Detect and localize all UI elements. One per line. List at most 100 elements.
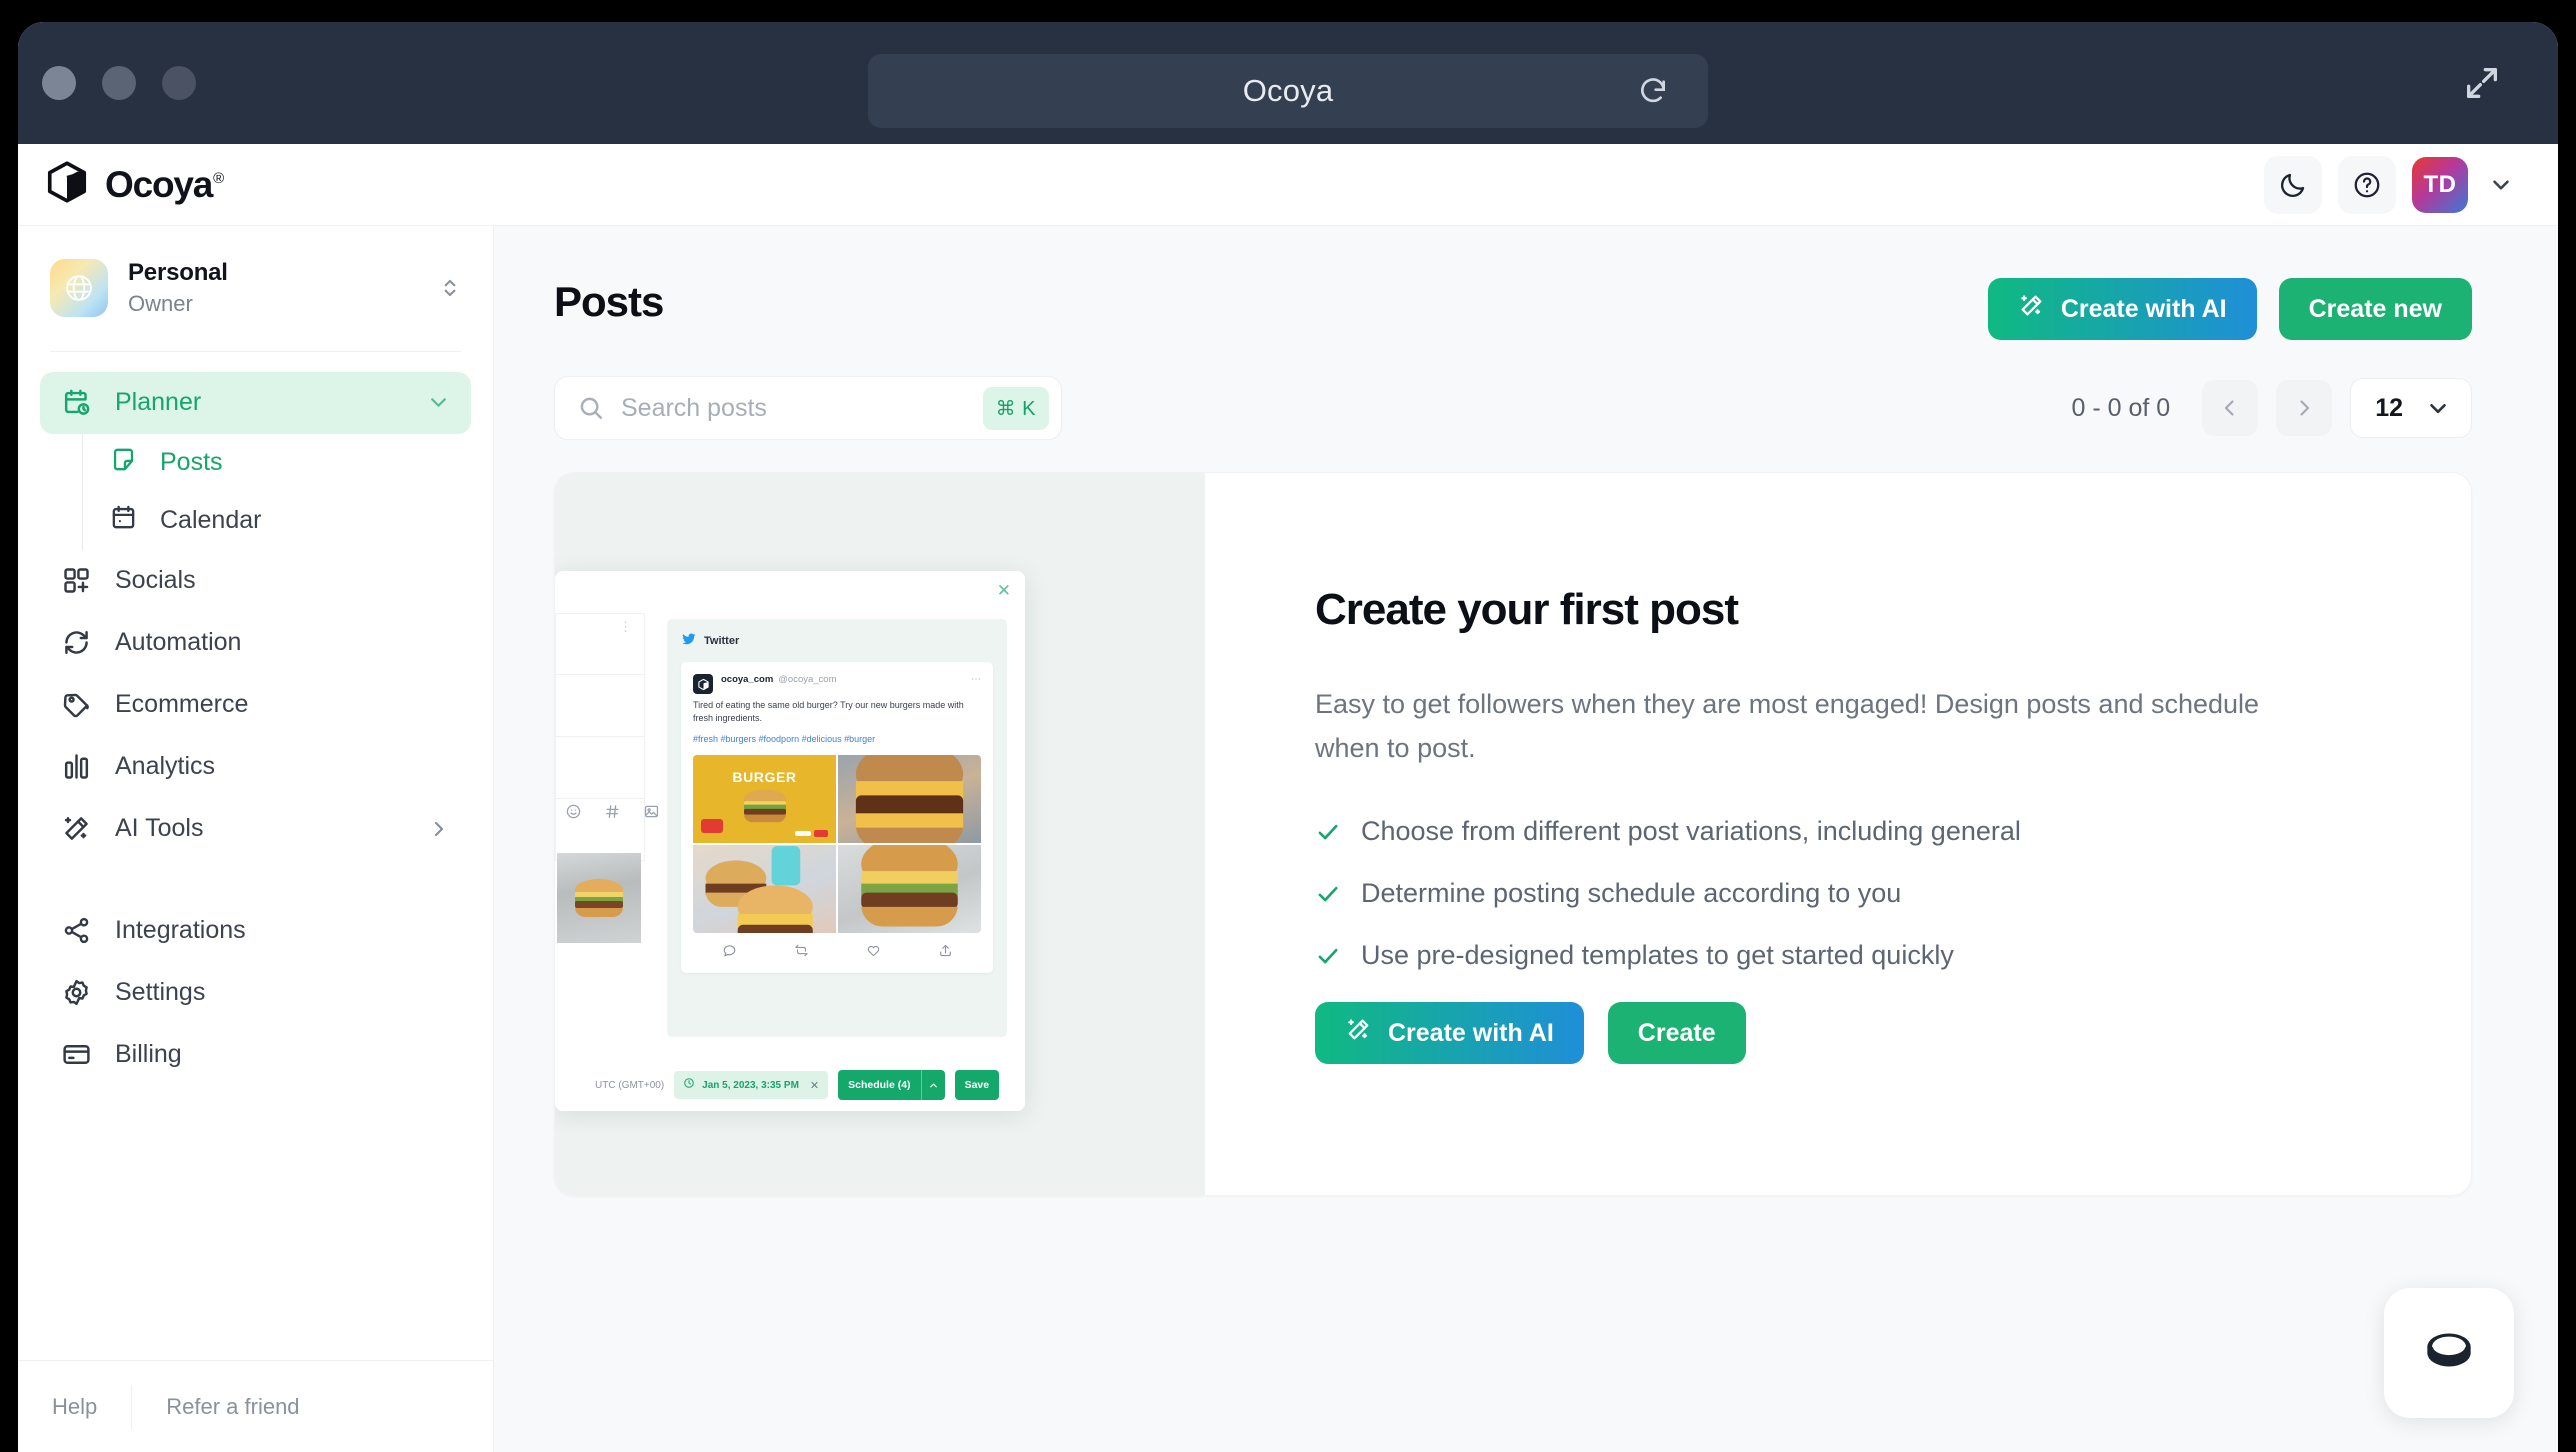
create-new-button[interactable]: Create new bbox=[2278, 278, 2472, 340]
hashtag-icon[interactable] bbox=[604, 803, 621, 825]
moon-icon[interactable] bbox=[2264, 155, 2322, 214]
workspace-name: Personal bbox=[128, 259, 228, 286]
ellipsis-icon[interactable]: ⋯ bbox=[971, 674, 981, 685]
workspace-role: Owner bbox=[128, 291, 193, 316]
window-maximize-button[interactable] bbox=[162, 66, 196, 100]
address-bar-title: Ocoya bbox=[1242, 73, 1334, 108]
tweet-header: ocoya_com @ocoya_com ⋯ bbox=[693, 674, 981, 694]
main-content: Posts Create with AI Create new Search p… bbox=[494, 226, 2558, 1452]
tweet-media-grid: BURGER bbox=[693, 755, 981, 934]
sidebar-item-posts[interactable]: Posts bbox=[83, 434, 471, 492]
header-actions: TD bbox=[2264, 155, 2514, 214]
page-title: Posts bbox=[554, 278, 664, 325]
sidebar-item-socials[interactable]: Socials bbox=[40, 550, 471, 612]
page-size-select[interactable]: 12 bbox=[2350, 378, 2472, 438]
schedule-button-group: Schedule (4) bbox=[838, 1070, 945, 1100]
sidebar-item-analytics[interactable]: Analytics bbox=[40, 736, 471, 798]
media-photo bbox=[838, 755, 981, 844]
sidebar-subitem-label: Calendar bbox=[160, 506, 262, 535]
sidebar-item-billing[interactable]: Billing bbox=[40, 1024, 471, 1086]
tweet-hashtags: #fresh #burgers #foodporn #delicious #bu… bbox=[693, 734, 876, 745]
poster-footer bbox=[795, 830, 828, 838]
expand-icon[interactable] bbox=[2462, 63, 2502, 103]
search-input[interactable] bbox=[621, 393, 967, 423]
empty-create-with-ai-button[interactable]: Create with AI bbox=[1315, 1002, 1584, 1065]
media-poster: BURGER bbox=[693, 755, 836, 844]
sidebar-item-planner[interactable]: Planner bbox=[40, 371, 471, 434]
magic-wand-icon bbox=[2018, 292, 2045, 326]
tweet-account: ocoya_com @ocoya_com ⋯ bbox=[721, 674, 981, 685]
share-icon[interactable] bbox=[938, 943, 953, 963]
sidebar-item-label: Automation bbox=[115, 628, 242, 657]
question-circle-icon[interactable] bbox=[2338, 155, 2396, 214]
close-icon[interactable]: ✕ bbox=[810, 1079, 819, 1092]
sidebar-item-ecommerce[interactable]: Ecommerce bbox=[40, 674, 471, 736]
workspace-switcher[interactable]: Personal Owner bbox=[18, 226, 493, 349]
sidebar-item-label: AI Tools bbox=[115, 814, 204, 843]
chat-bubble-icon bbox=[2416, 1318, 2482, 1389]
tag-icon bbox=[60, 688, 93, 721]
brand-logo[interactable]: Ocoya® bbox=[44, 159, 224, 210]
chevron-down-icon bbox=[2425, 395, 2451, 421]
poster-badge bbox=[701, 819, 723, 834]
window-minimize-button[interactable] bbox=[102, 66, 136, 100]
preview-network-header: Twitter bbox=[667, 619, 1007, 650]
sidebar-item-automation[interactable]: Automation bbox=[40, 612, 471, 674]
reload-icon[interactable] bbox=[1636, 74, 1670, 108]
address-bar[interactable]: Ocoya bbox=[868, 54, 1708, 128]
media-thumbnail[interactable] bbox=[557, 853, 641, 943]
list-item-label: Use pre-designed templates to get starte… bbox=[1361, 940, 1954, 971]
sidebar-item-label: Socials bbox=[115, 566, 196, 595]
help-link[interactable]: Help bbox=[18, 1361, 131, 1452]
sidebar-item-label: Billing bbox=[115, 1040, 182, 1069]
chevron-up-icon[interactable] bbox=[920, 1070, 945, 1100]
gear-icon bbox=[60, 976, 93, 1009]
create-with-ai-button[interactable]: Create with AI bbox=[1987, 278, 2257, 340]
chevron-up-down-icon[interactable] bbox=[437, 275, 463, 301]
chevron-right-icon[interactable] bbox=[427, 817, 451, 841]
image-icon[interactable] bbox=[643, 803, 660, 825]
refer-a-friend-link[interactable]: Refer a friend bbox=[132, 1361, 333, 1452]
chevron-down-icon[interactable] bbox=[2488, 172, 2514, 198]
refresh-icon bbox=[60, 626, 93, 659]
page-size-value: 12 bbox=[2375, 393, 2403, 422]
sidebar-nav: Planner Posts Calendar Socials Automatio… bbox=[18, 371, 493, 1360]
create-with-ai-label: Create with AI bbox=[2060, 294, 2227, 323]
chevron-left-icon[interactable] bbox=[2202, 380, 2259, 436]
pagination: 0 - 0 of 0 12 bbox=[2072, 378, 2472, 438]
window-close-button[interactable] bbox=[42, 66, 76, 100]
list-item: Use pre-designed templates to get starte… bbox=[1315, 940, 2471, 971]
empty-state-body: Create your first post Easy to get follo… bbox=[1205, 473, 2471, 1195]
globe-icon bbox=[50, 259, 108, 318]
chevron-down-icon[interactable] bbox=[426, 390, 451, 415]
retweet-icon[interactable] bbox=[794, 943, 809, 963]
avatar[interactable]: TD bbox=[2412, 156, 2468, 213]
reply-icon[interactable] bbox=[722, 943, 737, 963]
page-actions: Create with AI Create new bbox=[1987, 278, 2472, 340]
share-nodes-icon bbox=[60, 914, 93, 947]
emoji-icon[interactable] bbox=[565, 803, 582, 825]
empty-create-button[interactable]: Create bbox=[1607, 1002, 1746, 1065]
calendar-icon bbox=[109, 503, 138, 539]
empty-state-benefits: Choose from different post variations, i… bbox=[1315, 816, 2471, 971]
sidebar-item-settings[interactable]: Settings bbox=[40, 962, 471, 1024]
sidebar-item-integrations[interactable]: Integrations bbox=[40, 900, 471, 962]
save-button[interactable]: Save bbox=[954, 1070, 1000, 1100]
chevron-right-icon[interactable] bbox=[2276, 380, 2333, 436]
close-icon[interactable]: ✕ bbox=[997, 581, 1011, 601]
search-box[interactable]: ⌘ K bbox=[554, 376, 1062, 440]
schedule-button[interactable]: Schedule (4) bbox=[838, 1070, 921, 1100]
schedule-date-chip[interactable]: Jan 5, 2023, 3:35 PM ✕ bbox=[674, 1071, 829, 1099]
chat-widget-button[interactable] bbox=[2384, 1288, 2514, 1418]
sidebar-item-calendar[interactable]: Calendar bbox=[83, 492, 471, 550]
schedule-date-value: Jan 5, 2023, 3:35 PM bbox=[702, 1079, 799, 1091]
sidebar-item-label: Ecommerce bbox=[115, 690, 249, 719]
burger-image bbox=[861, 845, 958, 927]
sidebar-footer: Help Refer a friend bbox=[18, 1360, 493, 1452]
empty-state-card: ✕ ⋮ Twitter ocoya_com @ocoya_com ⋯ Tired… bbox=[554, 472, 2472, 1196]
sidebar-item-ai-tools[interactable]: AI Tools bbox=[40, 798, 471, 860]
search-shortcut-badge: ⌘ K bbox=[982, 386, 1049, 430]
like-icon[interactable] bbox=[866, 943, 881, 963]
burger-image bbox=[575, 878, 623, 917]
